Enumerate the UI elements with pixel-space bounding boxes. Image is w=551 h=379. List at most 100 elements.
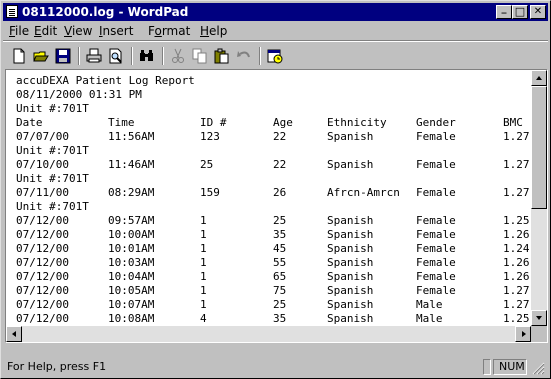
horizontal-scrollbar[interactable]	[6, 326, 531, 342]
cell-time: 11:46AM	[108, 158, 155, 171]
new-button[interactable]	[8, 46, 30, 66]
menu-edit[interactable]: Edit	[34, 24, 57, 38]
size-grip[interactable]	[529, 359, 547, 375]
cell-bmc: 1.24	[503, 242, 530, 255]
cell-gender: Female	[416, 270, 456, 283]
maximize-icon: □	[514, 5, 526, 18]
cell-date: 07/07/00	[16, 130, 69, 143]
unit-line: Unit #:701T	[16, 102, 89, 115]
scroll-right-button[interactable]	[515, 326, 531, 342]
cell-date: 07/12/00	[16, 256, 69, 269]
scroll-up-button[interactable]	[531, 70, 547, 86]
menu-view[interactable]: View	[64, 24, 92, 38]
menu-insert[interactable]: Insert	[99, 24, 133, 38]
maximize-button[interactable]: □	[512, 5, 528, 19]
cell-bmc: 1.27	[503, 158, 530, 171]
print-button[interactable]	[83, 46, 105, 66]
toolbar-separator	[162, 47, 164, 65]
status-panel-empty	[483, 359, 491, 375]
vertical-scrollbar[interactable]	[531, 70, 547, 326]
copy-icon	[192, 48, 207, 64]
menu-file[interactable]: File	[9, 24, 29, 38]
undo-button[interactable]	[233, 46, 255, 66]
cell-time: 10:00AM	[108, 228, 155, 241]
cell-age: 75	[273, 284, 287, 297]
cell-time: 10:05AM	[108, 284, 155, 297]
cell-age: 22	[273, 158, 287, 171]
column-header-ethnicity: Ethnicity	[327, 116, 387, 129]
cell-date: 07/12/00	[16, 270, 69, 283]
cell-gender: Female	[416, 186, 456, 199]
arrow-up-icon	[536, 76, 542, 80]
num-lock-indicator: NUM	[493, 359, 527, 375]
cell-id: 1	[200, 270, 207, 283]
cell-age: 45	[273, 242, 287, 255]
cell-time: 10:01AM	[108, 242, 155, 255]
scroll-left-button[interactable]	[6, 326, 22, 342]
cell-time: 10:08AM	[108, 312, 155, 325]
document-text[interactable]: accuDEXA Patient Log Report 08/11/2000 0…	[7, 71, 534, 326]
cut-icon	[172, 48, 184, 63]
scroll-down-button[interactable]	[531, 310, 547, 326]
cell-ethnicity: Afrcn-Amrcn	[327, 186, 400, 199]
copy-button[interactable]	[189, 46, 211, 66]
paste-button[interactable]	[211, 46, 233, 66]
cell-date: 07/10/00	[16, 158, 69, 171]
toolbar-separator	[78, 47, 80, 65]
menu-help[interactable]: Help	[200, 24, 227, 38]
size-grip-icon	[532, 362, 545, 375]
find-icon	[140, 50, 153, 61]
print-preview-icon	[109, 48, 122, 64]
minimize-icon: _	[501, 3, 507, 14]
window-title: 08112000.log - WordPad	[22, 5, 189, 19]
cell-id: 1	[200, 298, 207, 311]
minimize-button[interactable]: _	[496, 3, 512, 19]
cell-ethnicity: Spanish	[327, 312, 374, 325]
toolbar-separator	[131, 47, 133, 65]
cell-gender: Female	[416, 214, 456, 227]
cell-time: 10:07AM	[108, 298, 155, 311]
cell-gender: Female	[416, 284, 456, 297]
cell-time: 10:03AM	[108, 256, 155, 269]
cell-time: 09:57AM	[108, 214, 155, 227]
document-area[interactable]: accuDEXA Patient Log Report 08/11/2000 0…	[5, 69, 548, 343]
cell-bmc: 1.26	[503, 228, 530, 241]
column-header-time: Time	[108, 116, 135, 129]
cell-date: 07/12/00	[16, 284, 69, 297]
print-preview-button[interactable]	[105, 46, 127, 66]
cell-gender: Female	[416, 228, 456, 241]
cell-bmc: 1.26	[503, 256, 530, 269]
find-button[interactable]	[136, 46, 158, 66]
cell-gender: Male	[416, 312, 443, 325]
unit-line: Unit #:701T	[16, 200, 89, 213]
column-header-bmc: BMC	[503, 116, 523, 129]
cell-ethnicity: Spanish	[327, 214, 374, 227]
cell-bmc: 1.25	[503, 312, 530, 325]
print-icon	[86, 48, 102, 63]
menu-format[interactable]: Format	[148, 24, 190, 38]
column-headers: Date Time ID # Age Ethnicity Gender BMC	[16, 116, 523, 130]
cell-gender: Male	[416, 298, 443, 311]
close-button[interactable]: ✕	[530, 5, 546, 19]
open-button[interactable]	[30, 46, 52, 66]
cell-bmc: 1.25	[503, 214, 530, 227]
toolbar-separator	[259, 47, 261, 65]
save-icon	[55, 48, 71, 64]
cut-button[interactable]	[167, 46, 189, 66]
cell-id: 1	[200, 284, 207, 297]
wordpad-app-icon[interactable]	[6, 5, 18, 18]
toolbar	[3, 43, 548, 69]
column-header-date: Date	[16, 116, 43, 129]
cell-age: 35	[273, 228, 287, 241]
status-help-text: For Help, press F1	[7, 360, 107, 373]
vertical-scroll-thumb[interactable]	[531, 86, 547, 209]
cell-age: 22	[273, 130, 287, 143]
date-time-button[interactable]	[264, 46, 286, 66]
cell-date: 07/12/00	[16, 298, 69, 311]
close-icon: ✕	[533, 6, 543, 17]
save-button[interactable]	[52, 46, 74, 66]
column-header-gender: Gender	[416, 116, 456, 129]
title-bar[interactable]: 08112000.log - WordPad _ □ ✕	[3, 3, 548, 21]
arrow-left-icon	[12, 331, 16, 337]
cell-gender: Female	[416, 130, 456, 143]
